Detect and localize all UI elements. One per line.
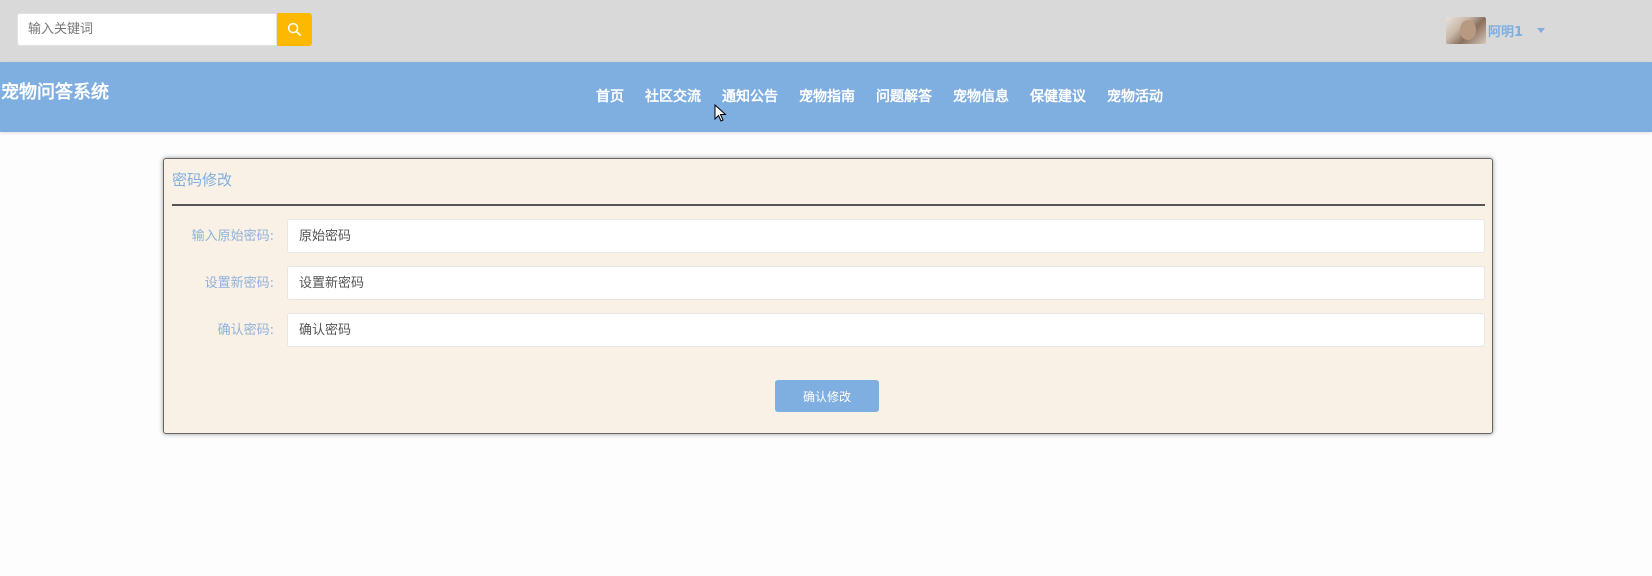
confirm-password-input[interactable] [287,313,1485,347]
nav-item-qa[interactable]: 问题解答 [876,86,932,106]
nav-item-home[interactable]: 首页 [596,86,624,106]
search-button[interactable] [277,13,312,46]
site-title: 宠物问答系统 [1,82,109,103]
main-navbar: 宠物问答系统 首页 社区交流 通知公告 宠物指南 问题解答 宠物信息 保健建议 … [0,62,1652,132]
username[interactable]: 阿明1 [1488,21,1523,40]
nav-item-health-advice[interactable]: 保健建议 [1030,86,1086,106]
password-change-panel: 密码修改 输入原始密码: 设置新密码: 确认密码: 确认修改 [163,158,1493,434]
form-row-confirm-password: 确认密码: [164,313,1494,347]
new-password-input[interactable] [287,266,1485,300]
search-input[interactable] [17,13,277,46]
nav-item-pet-guide[interactable]: 宠物指南 [799,86,855,106]
nav-item-announcements[interactable]: 通知公告 [722,86,778,106]
nav-item-community[interactable]: 社区交流 [645,86,701,106]
mouse-cursor-icon [714,104,727,122]
top-bar: 阿明1 [0,0,1652,62]
caret-down-icon[interactable] [1537,28,1546,33]
nav-item-pet-info[interactable]: 宠物信息 [953,86,1009,106]
old-password-label: 输入原始密码: [191,229,274,244]
form-row-new-password: 设置新密码: [164,266,1494,300]
nav-item-pet-events[interactable]: 宠物活动 [1107,86,1163,106]
old-password-input[interactable] [287,219,1485,253]
nav-menu: 首页 社区交流 通知公告 宠物指南 问题解答 宠物信息 保健建议 宠物活动 [596,86,1184,106]
user-menu[interactable]: 阿明1 [1446,17,1546,44]
search-icon [287,22,301,36]
confirm-change-button[interactable]: 确认修改 [775,380,879,412]
panel-title: 密码修改 [172,171,233,189]
new-password-label: 设置新密码: [204,276,274,291]
form-row-old-password: 输入原始密码: [164,219,1494,253]
divider [172,204,1485,206]
avatar[interactable] [1446,17,1486,44]
confirm-password-label: 确认密码: [217,323,274,338]
